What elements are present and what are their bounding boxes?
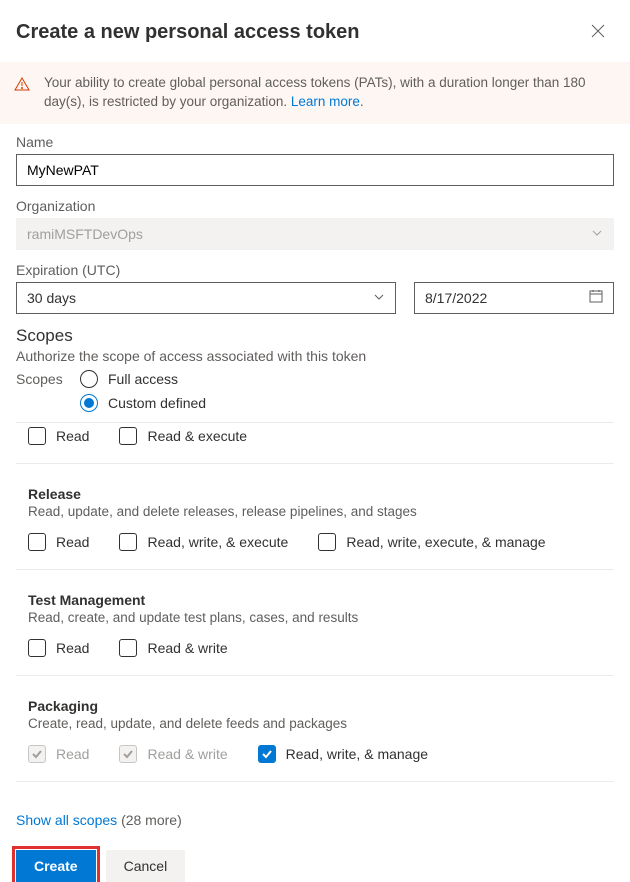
warning-icon bbox=[14, 76, 30, 112]
show-all-scopes-count: (28 more) bbox=[121, 812, 182, 828]
scope-permission-label: Read, write, execute, & manage bbox=[346, 534, 545, 550]
scope-group-title: Release bbox=[28, 486, 602, 502]
scope-group-desc: Create, read, update, and delete feeds a… bbox=[28, 716, 602, 731]
expiration-date-value: 8/17/2022 bbox=[425, 290, 487, 306]
scope-permission[interactable]: Read, write, & execute bbox=[119, 533, 288, 551]
checkbox[interactable] bbox=[318, 533, 336, 551]
scope-group-test: Test Management Read, create, and update … bbox=[16, 570, 614, 676]
warning-dot: . bbox=[360, 94, 364, 109]
checkbox[interactable] bbox=[28, 639, 46, 657]
radio-full-access[interactable] bbox=[80, 370, 98, 388]
name-label: Name bbox=[16, 134, 614, 150]
scope-group-packaging: Packaging Create, read, update, and delet… bbox=[16, 676, 614, 782]
scope-permission[interactable]: Read & write bbox=[119, 639, 227, 657]
scope-permission-label: Read bbox=[56, 428, 89, 444]
create-button[interactable]: Create bbox=[16, 850, 96, 882]
scope-permission[interactable]: Read bbox=[28, 533, 89, 551]
scope-permission: Read bbox=[28, 745, 89, 763]
radio-full-access-label[interactable]: Full access bbox=[108, 371, 178, 387]
scope-group-desc: Read, create, and update test plans, cas… bbox=[28, 610, 602, 625]
checkbox[interactable] bbox=[119, 533, 137, 551]
expiration-date-input[interactable]: 8/17/2022 bbox=[414, 282, 614, 314]
cancel-button[interactable]: Cancel bbox=[106, 850, 186, 882]
scopes-scroll-area[interactable]: Read Read & execute Release Read, update, a… bbox=[16, 422, 614, 794]
scope-permission-label: Read & write bbox=[147, 746, 227, 762]
radio-custom-defined-label[interactable]: Custom defined bbox=[108, 395, 206, 411]
learn-more-link[interactable]: Learn more bbox=[291, 94, 360, 109]
scope-permission-label: Read bbox=[56, 534, 89, 550]
close-button[interactable] bbox=[582, 16, 614, 48]
scope-group-title: Test Management bbox=[28, 592, 602, 608]
name-input[interactable] bbox=[16, 154, 614, 186]
scope-permission-label: Read bbox=[56, 640, 89, 656]
checkbox[interactable] bbox=[119, 427, 137, 445]
checkbox[interactable] bbox=[258, 745, 276, 763]
scope-permission[interactable]: Read & execute bbox=[119, 427, 247, 445]
scope-permission-label: Read, write, & execute bbox=[147, 534, 288, 550]
scope-permission: Read & write bbox=[119, 745, 227, 763]
checkbox bbox=[119, 745, 137, 763]
chevron-down-icon bbox=[591, 226, 603, 242]
calendar-icon bbox=[589, 289, 603, 306]
warning-banner: Your ability to create global personal a… bbox=[0, 62, 630, 124]
show-all-scopes-link[interactable]: Show all scopes bbox=[16, 812, 117, 828]
organization-select[interactable]: ramiMSFTDevOps bbox=[16, 218, 614, 250]
checkbox[interactable] bbox=[28, 533, 46, 551]
scope-permission[interactable]: Read, write, execute, & manage bbox=[318, 533, 545, 551]
scope-group-release: Release Read, update, and delete releases… bbox=[16, 464, 614, 570]
dialog-title: Create a new personal access token bbox=[16, 21, 360, 44]
scope-permission-label: Read, write, & manage bbox=[286, 746, 428, 762]
scope-permission-label: Read & execute bbox=[147, 428, 247, 444]
scope-permission[interactable]: Read bbox=[28, 427, 89, 445]
scope-permission[interactable]: Read, write, & manage bbox=[258, 745, 428, 763]
scope-permission[interactable]: Read bbox=[28, 639, 89, 657]
scopes-sub: Authorize the scope of access associated… bbox=[16, 348, 614, 364]
scope-group-partial-top: Read Read & execute bbox=[16, 423, 614, 464]
organization-label: Organization bbox=[16, 198, 614, 214]
expiration-label: Expiration (UTC) bbox=[16, 262, 614, 278]
scope-group-desc: Read, update, and delete releases, relea… bbox=[28, 504, 602, 519]
chevron-down-icon bbox=[373, 290, 385, 306]
scope-permission-label: Read bbox=[56, 746, 89, 762]
scopes-radio-label: Scopes bbox=[16, 371, 70, 387]
organization-value: ramiMSFTDevOps bbox=[27, 226, 143, 242]
radio-custom-defined[interactable] bbox=[80, 394, 98, 412]
expiration-preset-select[interactable]: 30 days bbox=[16, 282, 396, 314]
close-icon bbox=[591, 24, 605, 41]
checkbox[interactable] bbox=[28, 427, 46, 445]
checkbox[interactable] bbox=[119, 639, 137, 657]
expiration-preset-value: 30 days bbox=[27, 290, 76, 306]
scope-group-title: Packaging bbox=[28, 698, 602, 714]
scopes-heading: Scopes bbox=[16, 326, 614, 346]
checkbox bbox=[28, 745, 46, 763]
scope-permission-label: Read & write bbox=[147, 640, 227, 656]
